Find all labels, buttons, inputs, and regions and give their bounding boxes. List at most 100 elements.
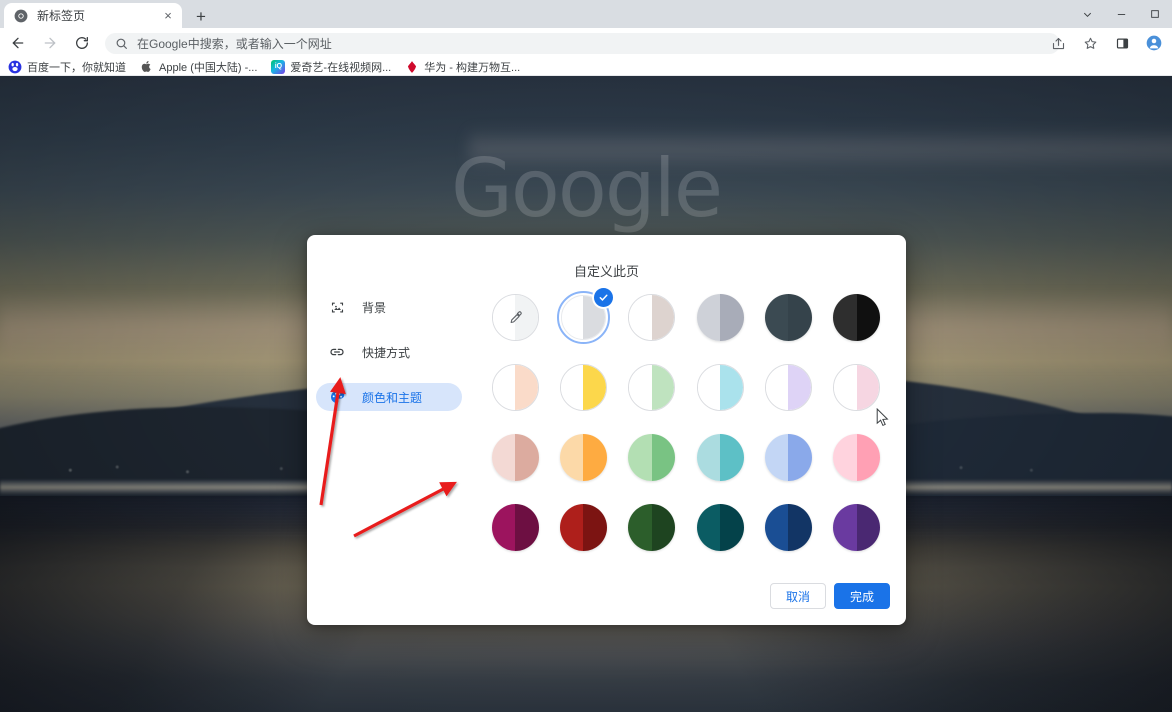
bookmark-item[interactable]: Apple (中国大陆) -... <box>140 59 257 75</box>
theme-color-grid <box>481 288 891 556</box>
theme-swatch-blue-dark[interactable] <box>760 499 817 556</box>
theme-swatch-green-pale[interactable] <box>623 359 680 416</box>
side-panel-icon[interactable] <box>1108 29 1136 57</box>
theme-swatch-peach-pale[interactable] <box>487 359 544 416</box>
swatch-half-right <box>651 295 675 340</box>
swatch-half-right <box>583 504 607 551</box>
bookmark-item[interactable]: 华为 - 构建万物互... <box>405 59 520 75</box>
swatch-half-left <box>560 365 584 410</box>
theme-swatch-red-dark[interactable] <box>555 499 612 556</box>
swatch-circle <box>833 364 881 411</box>
swatch-circle <box>559 504 607 551</box>
link-icon <box>328 343 346 361</box>
swatch-half-right <box>515 504 539 551</box>
dialog-sidebar: 背景 快捷方式 颜色和主题 <box>316 293 462 428</box>
swatch-half-left <box>629 365 652 410</box>
bookmark-label: 爱奇艺-在线视频网... <box>290 61 392 74</box>
tab-new-tab-page[interactable]: 新标签页 × <box>4 3 182 28</box>
swatch-half-left <box>833 434 857 481</box>
swatch-half-right <box>651 365 675 410</box>
theme-swatch-pink-light[interactable] <box>828 429 885 486</box>
swatch-half-left <box>559 434 584 481</box>
maximize-icon[interactable] <box>1138 0 1172 28</box>
swatch-half-right <box>788 434 812 481</box>
swatch-circle <box>491 504 539 551</box>
swatch-half-left <box>764 504 789 551</box>
theme-swatch-cyan-pale[interactable] <box>692 359 749 416</box>
sidebar-item-shortcuts[interactable]: 快捷方式 <box>316 338 462 366</box>
theme-swatch-teal-light[interactable] <box>692 429 749 486</box>
forward-icon <box>36 29 64 57</box>
swatch-circle <box>559 364 607 411</box>
theme-swatch-teal-dark[interactable] <box>692 499 749 556</box>
swatch-circle <box>696 364 744 411</box>
back-icon[interactable] <box>4 29 32 57</box>
swatch-half-right <box>651 504 676 551</box>
minimize-icon[interactable] <box>1104 0 1138 28</box>
customize-page-dialog: 自定义此页 背景 快捷方式 颜色和主题 取消 完成 <box>307 235 906 625</box>
swatch-half-left <box>491 434 516 481</box>
swatch-circle <box>833 434 881 481</box>
cancel-button[interactable]: 取消 <box>769 583 826 609</box>
bookmark-item[interactable]: iQ 爱奇艺-在线视频网... <box>271 59 391 75</box>
swatch-half-left <box>833 504 857 551</box>
theme-swatch-violet-dark[interactable] <box>828 499 885 556</box>
theme-swatch-rose-muted[interactable] <box>487 429 544 486</box>
sidebar-item-colors-and-themes[interactable]: 颜色和主题 <box>316 383 462 411</box>
swatch-half-right <box>583 434 607 481</box>
baidu-favicon <box>8 59 22 74</box>
swatch-circle <box>628 504 676 551</box>
theme-swatch-yellow-pale[interactable] <box>555 359 612 416</box>
bookmark-item[interactable]: 百度一下，你就知道 <box>8 59 126 75</box>
theme-swatch-forest-dark[interactable] <box>623 499 680 556</box>
theme-swatch-green-light[interactable] <box>623 429 680 486</box>
address-bar[interactable]: 在Google中搜索，或者输入一个网址 <box>105 33 1060 54</box>
tab-title: 新标签页 <box>37 9 86 23</box>
theme-swatch-blue-light[interactable] <box>760 429 817 486</box>
theme-swatch-magenta-dark[interactable] <box>487 499 544 556</box>
theme-swatch-cool-grey[interactable] <box>692 289 749 346</box>
bookmark-star-icon[interactable] <box>1076 29 1104 57</box>
new-tab-button[interactable]: + <box>190 5 212 27</box>
profile-avatar[interactable] <box>1140 29 1168 57</box>
theme-swatch-purple-pale[interactable] <box>760 359 817 416</box>
share-icon[interactable] <box>1044 29 1072 57</box>
swatch-circle <box>833 504 881 551</box>
sidebar-item-background[interactable]: 背景 <box>316 293 462 321</box>
swatch-circle <box>764 294 812 341</box>
swatch-circle <box>491 434 539 481</box>
address-bar-placeholder: 在Google中搜索，或者输入一个网址 <box>137 37 332 51</box>
swatch-half-left <box>765 365 789 410</box>
theme-swatch-slate-dark[interactable] <box>760 289 817 346</box>
swatch-half-right <box>856 434 881 481</box>
swatch-circle <box>491 294 539 341</box>
sidebar-item-label: 颜色和主题 <box>362 390 423 405</box>
dialog-title: 自定义此页 <box>573 264 639 279</box>
swatch-half-left <box>697 365 721 410</box>
reload-icon[interactable] <box>68 29 96 57</box>
swatch-half-right <box>788 365 811 410</box>
apple-favicon <box>140 60 154 74</box>
swatch-half-left <box>628 434 652 481</box>
chevron-down-icon[interactable] <box>1070 0 1104 28</box>
theme-swatch-near-black[interactable] <box>828 289 885 346</box>
swatch-half-right <box>720 504 744 551</box>
swatch-half-left <box>696 434 721 481</box>
done-button[interactable]: 完成 <box>833 583 890 609</box>
swatch-half-right <box>515 434 539 481</box>
swatch-circle <box>833 294 881 341</box>
theme-swatch-default-theme[interactable] <box>555 288 613 346</box>
tab-strip: 新标签页 × + <box>0 0 1172 28</box>
theme-swatch-warm-grey-light[interactable] <box>623 289 680 346</box>
theme-swatch-orange-light[interactable] <box>555 429 612 486</box>
swatch-circle <box>559 434 607 481</box>
dialog-actions: 取消 完成 <box>769 583 890 609</box>
theme-swatch-custom-color-picker[interactable] <box>487 289 544 346</box>
iqiyi-favicon: iQ <box>271 59 286 74</box>
window-controls <box>1070 0 1172 28</box>
swatch-half-left <box>492 365 516 410</box>
close-icon[interactable]: × <box>160 8 176 24</box>
palette-icon <box>328 388 346 406</box>
swatch-circle <box>764 364 812 411</box>
swatch-half-left <box>559 504 584 551</box>
